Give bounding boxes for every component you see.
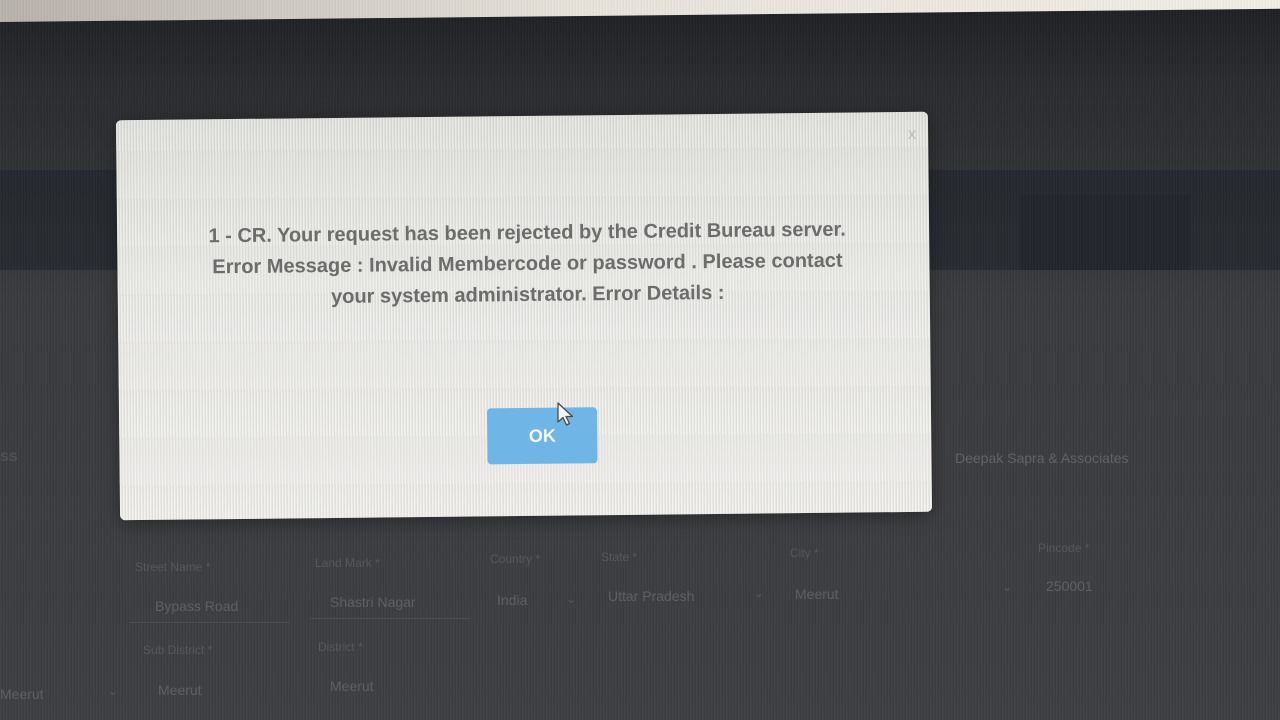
ok-button[interactable]: OK <box>486 407 598 465</box>
country-select[interactable]: India <box>497 592 527 608</box>
close-icon[interactable]: x <box>908 126 916 144</box>
company-name: Deepak Sapra & Associates <box>955 450 1129 466</box>
section-heading: ss <box>0 448 18 465</box>
city-label: City * <box>790 546 819 560</box>
pincode-input[interactable]: 250001 <box>1046 578 1093 594</box>
landmark-underline <box>310 618 470 619</box>
city-chevron-down-icon: ⌄ <box>1002 580 1013 594</box>
country-chevron-down-icon: ⌄ <box>566 592 577 606</box>
mouse-pointer-icon <box>557 402 574 426</box>
subdistrict-input[interactable]: Meerut <box>158 682 202 698</box>
state-label: State * <box>601 550 638 564</box>
landmark-input[interactable]: Shastri Nagar <box>330 594 416 610</box>
street-label: Street Name * <box>135 560 211 574</box>
pincode-label: Pincode * <box>1038 541 1090 555</box>
district-label: District * <box>318 640 363 654</box>
state-select[interactable]: Uttar Pradesh <box>608 588 694 604</box>
street-underline <box>130 622 290 623</box>
district-input[interactable]: Meerut <box>330 678 374 694</box>
state-chevron-down-icon: ⌄ <box>754 586 765 600</box>
error-message: 1 - CR. Your request has been rejected b… <box>157 214 898 315</box>
landmark-label: Land Mark * <box>315 556 380 570</box>
country-label: Country * <box>490 552 541 566</box>
subdistrict-label: Sub District * <box>143 643 213 657</box>
left-select-chevron-down-icon: ⌄ <box>108 684 119 698</box>
street-input[interactable]: Bypass Road <box>155 598 238 614</box>
left-select[interactable]: Meerut <box>0 686 44 702</box>
city-select[interactable]: Meerut <box>795 586 839 602</box>
error-dialog: x 1 - CR. Your request has been rejected… <box>115 111 933 521</box>
